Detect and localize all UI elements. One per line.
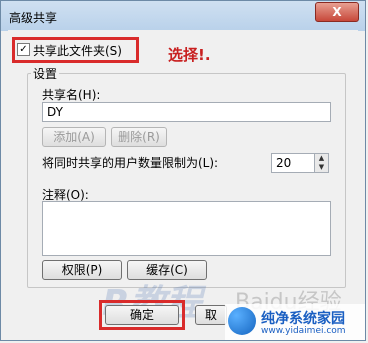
close-icon: X: [332, 5, 342, 19]
permissions-button-label: 权限(P): [61, 263, 103, 277]
spin-up-icon[interactable]: ▲: [315, 154, 328, 163]
cancel-button[interactable]: 取: [195, 305, 227, 325]
ok-button[interactable]: 确定: [105, 305, 179, 325]
share-name-input[interactable]: DY: [42, 102, 331, 122]
site-logo-name: 纯净系统家园: [261, 311, 345, 327]
add-button[interactable]: 添加(A): [42, 127, 106, 147]
user-limit-input[interactable]: 20: [271, 153, 315, 173]
ok-button-label: 确定: [129, 308, 154, 322]
dialog-title: 高级共享: [9, 11, 58, 25]
settings-group-title: 设置: [31, 65, 60, 82]
share-folder-checkbox[interactable]: ✓: [17, 43, 30, 56]
share-folder-label: 共享此文件夹(S): [33, 44, 122, 58]
annotation-text: 选择!.: [168, 46, 211, 64]
check-icon: ✓: [19, 44, 28, 55]
share-name-label: 共享名(H):: [42, 88, 101, 102]
site-logo: 纯净系统家园 www.yidaimei.com: [225, 304, 365, 340]
user-limit-spinner[interactable]: ▲ ▼: [314, 153, 329, 173]
remove-button[interactable]: 删除(R): [111, 127, 167, 147]
close-button[interactable]: X: [315, 2, 359, 22]
user-limit-value: 20: [276, 156, 292, 170]
site-logo-url: www.yidaimei.com: [261, 326, 346, 336]
remove-button-label: 删除(R): [118, 130, 160, 144]
user-limit-label: 将同时共享的用户数量限制为(L):: [42, 156, 219, 170]
cancel-button-label: 取: [204, 308, 217, 322]
spin-down-icon[interactable]: ▼: [315, 163, 328, 172]
comment-textarea[interactable]: [42, 201, 331, 256]
add-button-label: 添加(A): [53, 130, 95, 144]
logo-emblem-icon: [228, 307, 256, 335]
title-bar: 高级共享 X: [1, 1, 365, 31]
share-name-value: DY: [47, 105, 63, 119]
